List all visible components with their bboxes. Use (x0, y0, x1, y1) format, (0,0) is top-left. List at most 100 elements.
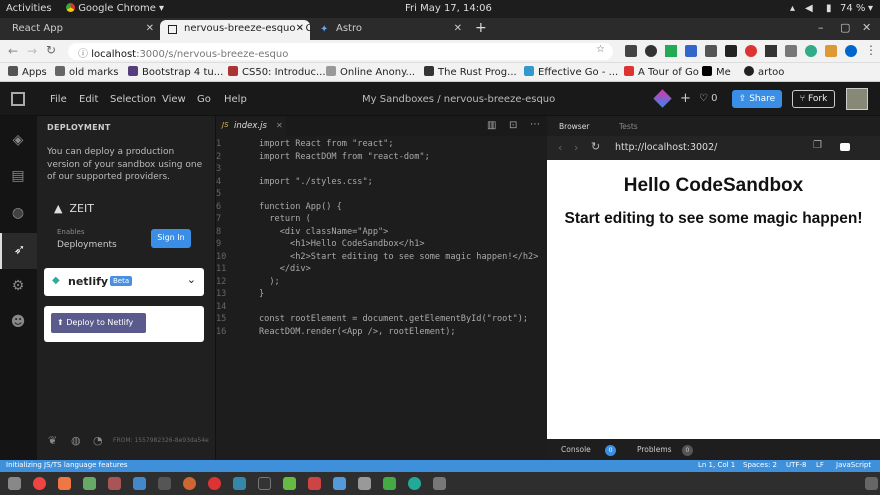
taskbar-app-icon[interactable] (158, 477, 171, 490)
volume-icon[interactable]: ◀ (805, 3, 813, 14)
sign-in-button[interactable]: Sign In (151, 229, 191, 248)
status-language[interactable]: JavaScript (836, 461, 871, 469)
close-icon[interactable]: ✕ (296, 23, 304, 34)
status-position[interactable]: Ln 1, Col 1 (698, 461, 735, 469)
maximize-button[interactable]: ▢ (840, 21, 850, 34)
clock[interactable]: Fri May 17, 14:06 (405, 3, 492, 14)
taskbar-app-icon[interactable] (83, 477, 96, 490)
open-window-icon[interactable]: ❐ (813, 140, 822, 151)
fullscreen-icon[interactable] (840, 143, 850, 151)
code-line[interactable]: import "./styles.css"; (259, 176, 373, 189)
users-icon[interactable]: ☻ (9, 314, 27, 332)
menu-file[interactable]: File (50, 94, 67, 105)
taskbar-app-icon[interactable] (58, 477, 71, 490)
taskbar-app-icon[interactable] (283, 477, 296, 490)
extension-icon[interactable] (645, 45, 657, 57)
extension-icon[interactable] (705, 45, 717, 57)
status-indent[interactable]: Spaces: 2 (743, 461, 777, 469)
taskbar-app-icon[interactable] (233, 477, 246, 490)
taskbar-app-icon[interactable] (33, 477, 46, 490)
code-line[interactable]: ReactDOM.render(<App />, rootElement); (259, 326, 456, 339)
close-icon[interactable]: ✕ (146, 23, 154, 34)
preview-icon[interactable]: ⊡ (509, 120, 517, 131)
code-line[interactable]: import React from "react"; (259, 138, 394, 151)
system-menu-icon[interactable]: ▾ (868, 3, 873, 14)
status-eol[interactable]: LF (816, 461, 824, 469)
more-icon[interactable]: ⋯ (530, 119, 540, 130)
extension-icon[interactable] (765, 45, 777, 57)
bookmark-item[interactable]: The Rust Prog... (424, 66, 517, 78)
github-icon[interactable]: ◍ (71, 434, 81, 447)
extension-icon[interactable] (785, 45, 797, 57)
menu-kebab-icon[interactable]: ⋮ (865, 43, 877, 57)
network-icon[interactable]: ▴ (790, 3, 795, 14)
taskbar-app-icon[interactable] (133, 477, 146, 490)
code-line[interactable]: ); (259, 276, 279, 289)
tab-browser[interactable]: Browser (559, 122, 589, 131)
bookmark-item[interactable]: artoo (744, 66, 784, 78)
github-icon[interactable]: ◍ (9, 205, 27, 223)
back-icon[interactable]: ‹ (558, 141, 562, 154)
bookmark-item[interactable]: CS50: Introduc... (228, 66, 326, 78)
rocket-icon[interactable]: ➶ (0, 233, 37, 269)
menu-edit[interactable]: Edit (79, 94, 98, 105)
bookmark-item[interactable]: A Tour of Go (624, 66, 699, 78)
avatar[interactable] (846, 88, 868, 110)
taskbar-app-icon[interactable] (308, 477, 321, 490)
bookmark-item[interactable]: old marks (55, 66, 118, 78)
close-icon[interactable]: ✕ (454, 23, 462, 34)
split-editor-icon[interactable]: ▥ (487, 120, 496, 131)
taskbar-app-icon[interactable] (358, 477, 371, 490)
minimize-button[interactable]: – (818, 21, 824, 34)
extension-icon[interactable] (625, 45, 637, 57)
reload-icon[interactable]: ↻ (591, 140, 600, 153)
show-apps-icon[interactable] (865, 477, 878, 490)
like-button[interactable]: ♡ 0 (699, 93, 718, 104)
extension-icon[interactable] (825, 45, 837, 57)
menu-view[interactable]: View (162, 94, 186, 105)
file-tab[interactable]: JS index.js ✕ (216, 116, 286, 136)
forward-icon[interactable]: → (27, 44, 37, 58)
menu-selection[interactable]: Selection (110, 94, 156, 105)
console-tab[interactable]: Console 0 (561, 445, 617, 456)
chevron-down-icon[interactable]: ⌄ (187, 273, 196, 286)
add-icon[interactable]: + (680, 91, 691, 106)
avatar[interactable] (845, 45, 857, 57)
taskbar-app-icon[interactable] (433, 477, 446, 490)
taskbar-app-icon[interactable] (108, 477, 121, 490)
bookmark-item[interactable]: Apps (8, 66, 47, 78)
tab-astro[interactable]: ✦ Astro ✕ (312, 20, 468, 40)
close-window-button[interactable]: ✕ (862, 21, 871, 34)
reload-icon[interactable]: ↻ (46, 43, 56, 57)
deploy-button[interactable]: ⬆ Deploy to Netlify (51, 313, 146, 333)
code-line[interactable]: return ( (259, 213, 310, 226)
extension-icon[interactable] (745, 45, 757, 57)
bookmark-star-icon[interactable]: ☆ (596, 44, 605, 55)
taskbar-app-icon[interactable] (258, 477, 271, 490)
taskbar-app-icon[interactable] (8, 477, 21, 490)
codesandbox-logo-icon[interactable] (11, 92, 25, 106)
bookmark-item[interactable]: Effective Go - ... (524, 66, 618, 78)
code-line[interactable]: <h2>Start editing to see some magic happ… (259, 251, 538, 264)
tab-react-app[interactable]: React App ✕ (4, 20, 160, 40)
spectrum-icon[interactable]: ◔ (93, 434, 103, 447)
taskbar-app-icon[interactable] (383, 477, 396, 490)
activities-button[interactable]: Activities (6, 3, 52, 14)
share-button[interactable]: ⇪ Share (732, 90, 782, 108)
deploy-icon[interactable] (653, 89, 672, 108)
status-encoding[interactable]: UTF-8 (786, 461, 806, 469)
twitter-icon[interactable]: ❦ (48, 434, 57, 447)
menu-help[interactable]: Help (224, 94, 247, 105)
code-line[interactable]: import ReactDOM from "react-dom"; (259, 151, 430, 164)
breadcrumb[interactable]: My Sandboxes / nervous-breeze-esquo (362, 94, 555, 105)
fork-button[interactable]: ⑂ Fork (792, 90, 835, 108)
bookmark-item[interactable]: Bootstrap 4 tu... (128, 66, 223, 78)
taskbar-app-icon[interactable] (183, 477, 196, 490)
extension-icon[interactable] (685, 45, 697, 57)
code-line[interactable]: </div> (259, 263, 311, 276)
new-tab-button[interactable]: + (475, 20, 487, 36)
code-line[interactable]: const rootElement = document.getElementB… (259, 313, 528, 326)
back-icon[interactable]: ← (8, 44, 18, 58)
problems-tab[interactable]: Problems 0 (637, 445, 693, 456)
code-line[interactable]: <div className="App"> (259, 226, 389, 239)
